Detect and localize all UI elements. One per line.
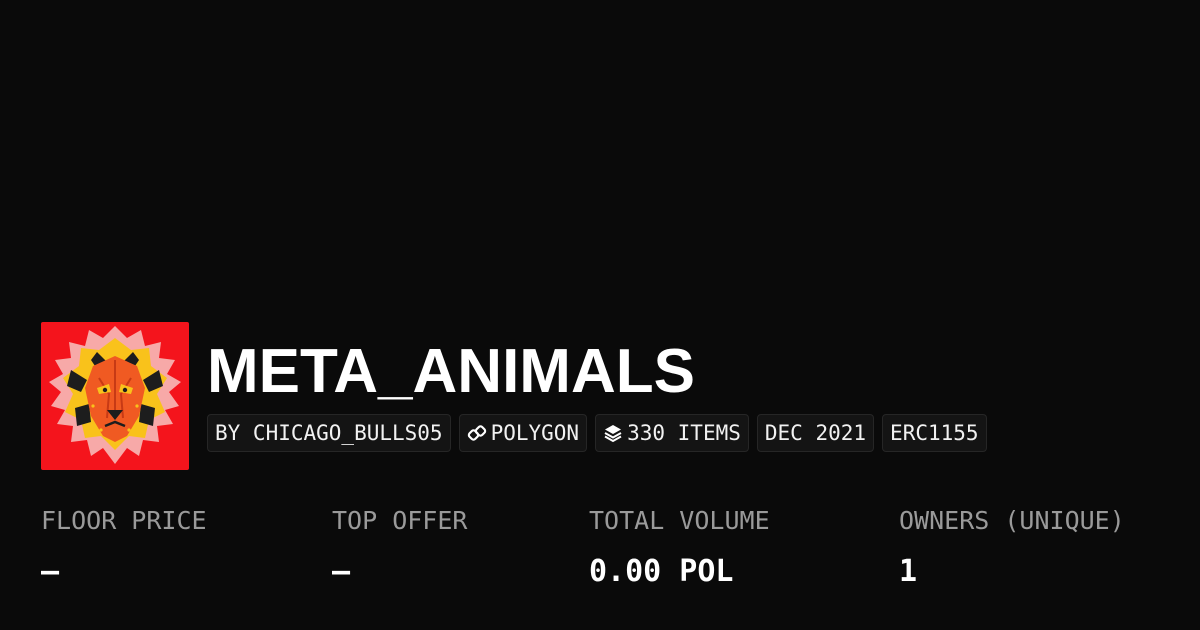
stat-value: – xyxy=(41,554,60,589)
chain-label: POLYGON xyxy=(490,421,580,445)
stat-top-offer: TOP OFFER – xyxy=(332,505,467,590)
items-label: 330 ITEMS xyxy=(627,421,741,445)
creator-label: BY CHICAGO_BULLS05 xyxy=(215,421,443,445)
stat-label: TOP OFFER xyxy=(332,506,468,535)
stat-value: 1 xyxy=(899,554,918,589)
lion-face-icon xyxy=(49,326,181,464)
chain-badge[interactable]: POLYGON xyxy=(458,414,588,452)
stat-label: TOTAL VOLUME xyxy=(589,506,770,535)
stat-value: – xyxy=(332,554,351,589)
stat-owners: OWNERS (UNIQUE) 1 xyxy=(899,505,1125,590)
created-date-badge: DEC 2021 xyxy=(756,414,875,452)
token-standard-badge: ERC1155 xyxy=(882,414,987,452)
collection-badges: BY CHICAGO_BULLS05 POLYGON 330 ITEMS DEC… xyxy=(207,414,987,452)
link-icon xyxy=(467,423,487,443)
collection-avatar xyxy=(41,322,189,470)
token-standard-label: ERC1155 xyxy=(890,421,979,445)
stat-total-volume: TOTAL VOLUME 0.00 POL xyxy=(589,505,770,590)
stat-label: FLOOR PRICE xyxy=(41,506,207,535)
collection-stats: FLOOR PRICE – TOP OFFER – TOTAL VOLUME 0… xyxy=(0,505,1200,605)
collection-title: META_ANIMALS xyxy=(207,337,695,406)
collection-header: META_ANIMALS BY CHICAGO_BULLS05 POLYGON xyxy=(41,322,987,470)
layers-icon xyxy=(603,423,623,443)
stat-floor-price: FLOOR PRICE – xyxy=(41,505,207,590)
created-date-label: DEC 2021 xyxy=(764,421,867,445)
creator-badge[interactable]: BY CHICAGO_BULLS05 xyxy=(207,414,451,452)
collection-info: META_ANIMALS BY CHICAGO_BULLS05 POLYGON xyxy=(207,336,987,452)
items-badge[interactable]: 330 ITEMS xyxy=(595,414,749,452)
stat-label: OWNERS (UNIQUE) xyxy=(899,506,1125,535)
stat-value: 0.00 POL xyxy=(589,554,734,589)
